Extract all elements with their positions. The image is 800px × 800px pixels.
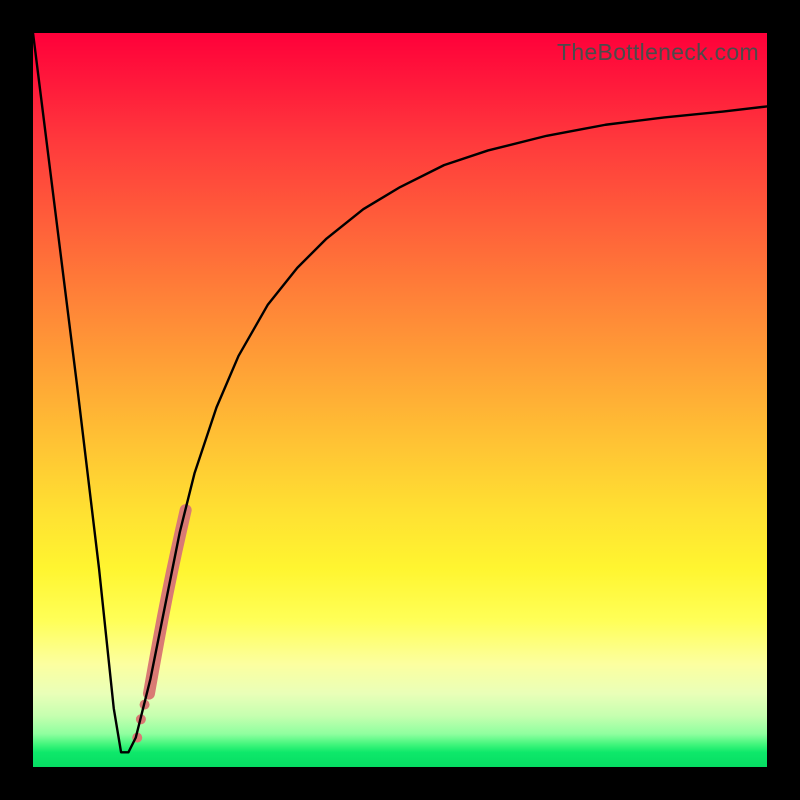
bottleneck-curve — [33, 33, 767, 752]
chart-frame: TheBottleneck.com — [0, 0, 800, 800]
chart-svg — [33, 33, 767, 767]
highlight-band-path — [149, 510, 186, 693]
highlight-segment — [149, 510, 186, 693]
plot-area: TheBottleneck.com — [33, 33, 767, 767]
